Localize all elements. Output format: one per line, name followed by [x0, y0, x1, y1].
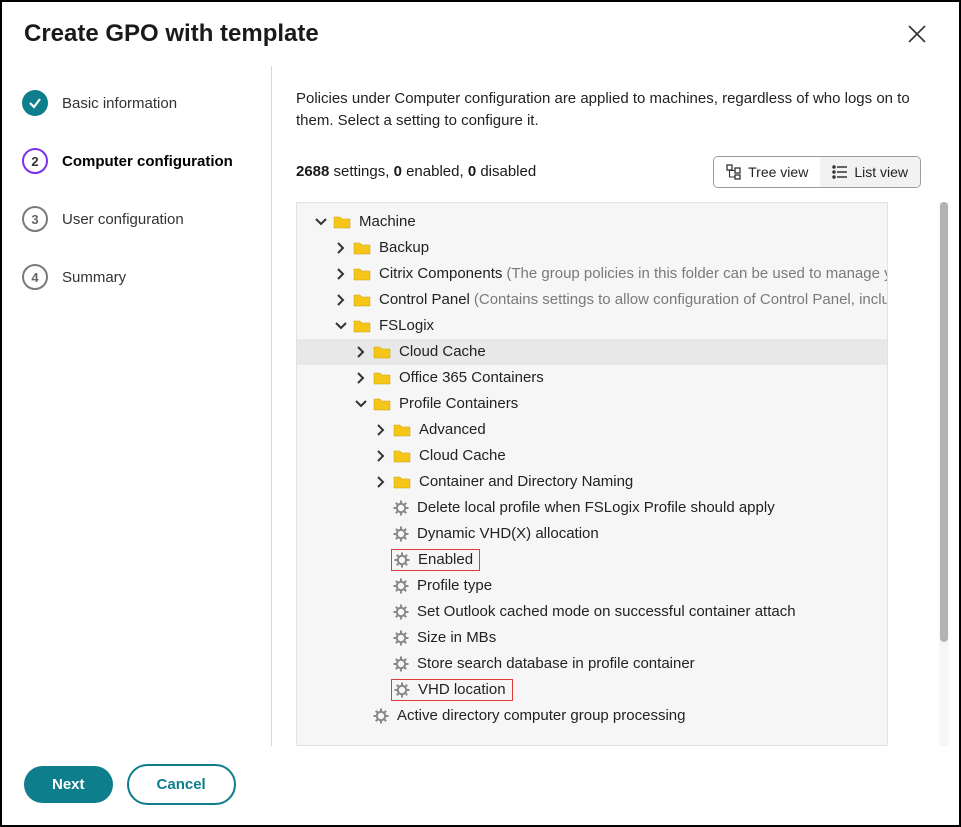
tree-node-machine[interactable]: Machine	[297, 209, 887, 235]
tree-setting-size-mb[interactable]: Size in MBs	[297, 625, 887, 651]
settings-tree[interactable]: Machine Backup Citrix Components(The gro…	[296, 202, 888, 747]
settings-counts: 2688 settings, 0 enabled, 0 disabled	[296, 163, 536, 180]
tree-node-hint: (Contains settings to allow configuratio…	[474, 291, 887, 308]
gear-icon	[394, 682, 410, 698]
chevron-down-icon	[333, 318, 349, 334]
tree-node-control-panel[interactable]: Control Panel(Contains settings to allow…	[297, 287, 887, 313]
tree-node-cloud-cache-2[interactable]: Cloud Cache	[297, 443, 887, 469]
step-label: Computer configuration	[62, 153, 233, 170]
dialog-title: Create GPO with template	[24, 20, 319, 48]
total-count: 2688	[296, 163, 329, 180]
list-view-icon	[832, 164, 848, 180]
tree-view-label: Tree view	[748, 164, 808, 180]
scrollbar-track[interactable]	[939, 202, 949, 747]
folder-icon	[393, 423, 411, 437]
enabled-count: 0	[394, 163, 402, 180]
tree-node-hint: (The group policies in this folder can b…	[506, 265, 887, 282]
gear-icon	[393, 500, 409, 516]
step-user-configuration[interactable]: 3 User configuration	[22, 206, 255, 232]
tree-setting-delete-local-profile[interactable]: Delete local profile when FSLogix Profil…	[297, 495, 887, 521]
chevron-right-icon	[353, 344, 369, 360]
chevron-right-icon	[373, 422, 389, 438]
folder-icon	[333, 215, 351, 229]
folder-icon	[373, 345, 391, 359]
tree-setting-vhd-location[interactable]: VHD location	[297, 677, 887, 703]
step-basic-information[interactable]: Basic information	[22, 90, 255, 116]
gear-icon	[393, 630, 409, 646]
main-panel: Policies under Computer configuration ar…	[272, 66, 959, 746]
disabled-count: 0	[468, 163, 476, 180]
tree-setting-enabled[interactable]: Enabled	[297, 547, 887, 573]
chevron-right-icon	[373, 474, 389, 490]
list-view-button[interactable]: List view	[820, 157, 920, 187]
tree-setting-store-search-db[interactable]: Store search database in profile contain…	[297, 651, 887, 677]
gear-icon	[393, 604, 409, 620]
chevron-right-icon	[333, 292, 349, 308]
list-view-label: List view	[854, 164, 908, 180]
tree-node-office-365-containers[interactable]: Office 365 Containers	[297, 365, 887, 391]
dialog-header: Create GPO with template	[2, 2, 959, 66]
wizard-steps: Basic information 2 Computer configurati…	[2, 66, 272, 746]
dialog-footer: Next Cancel	[2, 746, 959, 825]
cancel-button[interactable]: Cancel	[127, 764, 236, 805]
gear-icon	[394, 552, 410, 568]
close-button[interactable]	[903, 20, 931, 48]
tree-node-fslogix[interactable]: FSLogix	[297, 313, 887, 339]
step-number-icon: 2	[22, 148, 48, 174]
tree-setting-outlook-cached[interactable]: Set Outlook cached mode on successful co…	[297, 599, 887, 625]
chevron-right-icon	[333, 266, 349, 282]
tree-view-icon	[726, 164, 742, 180]
tree-node-container-directory-naming[interactable]: Container and Directory Naming	[297, 469, 887, 495]
folder-icon	[353, 293, 371, 307]
folder-icon	[393, 449, 411, 463]
tree-node-advanced[interactable]: Advanced	[297, 417, 887, 443]
step-label: User configuration	[62, 211, 184, 228]
dialog-window: Create GPO with template Basic informati…	[0, 0, 961, 827]
chevron-right-icon	[373, 448, 389, 464]
tree-node-cloud-cache[interactable]: Cloud Cache	[297, 339, 887, 365]
highlight-box: Enabled	[391, 549, 480, 571]
tree-container: Machine Backup Citrix Components(The gro…	[296, 202, 949, 747]
close-icon	[906, 23, 928, 45]
folder-icon	[373, 397, 391, 411]
tree-view-button[interactable]: Tree view	[714, 157, 820, 187]
tree-setting-dynamic-vhdx[interactable]: Dynamic VHD(X) allocation	[297, 521, 887, 547]
next-button[interactable]: Next	[24, 766, 113, 803]
tree-node-backup[interactable]: Backup	[297, 235, 887, 261]
highlight-box: VHD location	[391, 679, 513, 701]
tree-node-profile-containers[interactable]: Profile Containers	[297, 391, 887, 417]
gear-icon	[393, 578, 409, 594]
view-toggle: Tree view List view	[713, 156, 921, 188]
chevron-down-icon	[313, 214, 329, 230]
tree-node-citrix-components[interactable]: Citrix Components(The group policies in …	[297, 261, 887, 287]
folder-icon	[393, 475, 411, 489]
chevron-right-icon	[353, 370, 369, 386]
gear-icon	[373, 708, 389, 724]
step-label: Basic information	[62, 95, 177, 112]
folder-icon	[353, 267, 371, 281]
scrollbar-thumb[interactable]	[940, 202, 948, 642]
folder-icon	[353, 319, 371, 333]
step-number-icon: 4	[22, 264, 48, 290]
tree-setting-profile-type[interactable]: Profile type	[297, 573, 887, 599]
step-computer-configuration[interactable]: 2 Computer configuration	[22, 148, 255, 174]
panel-description: Policies under Computer configuration ar…	[296, 88, 949, 132]
chevron-right-icon	[333, 240, 349, 256]
chevron-down-icon	[353, 396, 369, 412]
folder-icon	[353, 241, 371, 255]
gear-icon	[393, 656, 409, 672]
check-icon	[22, 90, 48, 116]
step-number-icon: 3	[22, 206, 48, 232]
settings-toolbar: 2688 settings, 0 enabled, 0 disabled Tre…	[296, 156, 949, 188]
step-label: Summary	[62, 269, 126, 286]
gear-icon	[393, 526, 409, 542]
folder-icon	[373, 371, 391, 385]
tree-setting-ad-group-processing[interactable]: Active directory computer group processi…	[297, 703, 887, 729]
step-summary[interactable]: 4 Summary	[22, 264, 255, 290]
